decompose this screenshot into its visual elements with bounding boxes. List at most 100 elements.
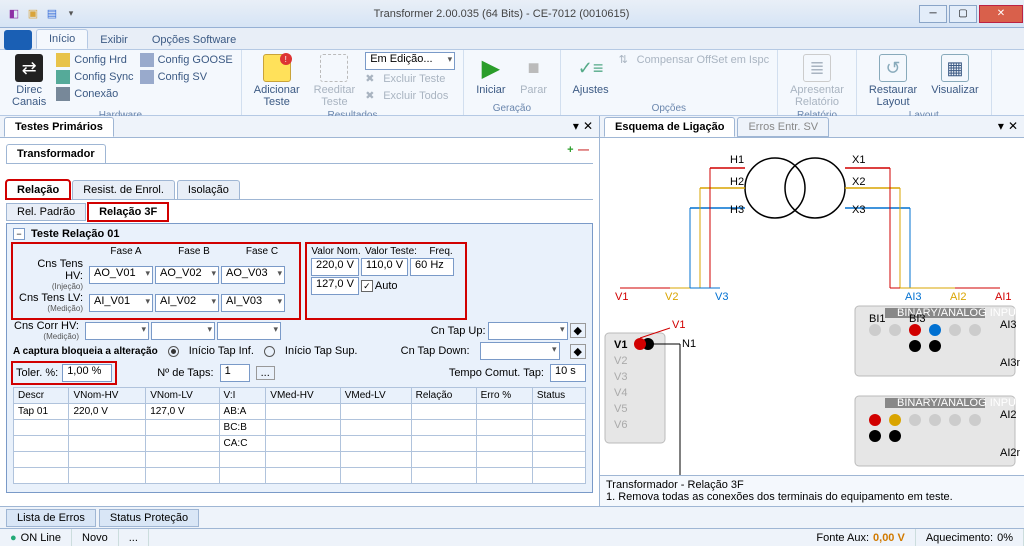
status-bar: ●ON Line Novo ... Fonte Aux: 0,00 V Aque… [0, 528, 1024, 546]
corr-c-combo[interactable] [217, 322, 281, 340]
valor-teste-input[interactable]: 110,0 V [361, 258, 408, 276]
pane-close-icon[interactable]: ✕ [1008, 119, 1018, 133]
svg-text:AI2: AI2 [950, 291, 967, 303]
svg-text:V4: V4 [614, 387, 627, 399]
wiring-diagram: H1 H2 H3 X1 X2 X3 V1 V2 V3 AI1 AI2 AI3 V… [600, 138, 1024, 475]
rel-padrao-tab[interactable]: Rel. Padrão [6, 203, 86, 221]
qat-open-icon[interactable]: ▣ [25, 6, 41, 22]
tempo-input[interactable]: 10 s [550, 364, 586, 382]
lv-fase-b-combo[interactable]: AI_V02 [155, 294, 219, 312]
ajustes-button[interactable]: ✓≡Ajustes [569, 52, 613, 98]
grid-header: VNom-LV [146, 388, 219, 404]
config-sync-button[interactable]: Config Sync [56, 69, 133, 85]
status-protecao-tab[interactable]: Status Proteção [99, 509, 199, 527]
ntaps-more-button[interactable]: ... [256, 366, 275, 380]
cn-tap-up-combo[interactable] [488, 322, 568, 340]
toler-input[interactable]: 1,00 % [62, 364, 112, 382]
config-sv-button[interactable]: Config SV [140, 69, 233, 85]
lv-nom-input[interactable]: 127,0 V [311, 277, 359, 295]
config-hrd-button[interactable]: Config Hrd [56, 52, 133, 68]
svg-text:AI2n: AI2n [1000, 447, 1020, 459]
corr-b-combo[interactable] [151, 322, 215, 340]
svg-text:H1: H1 [730, 154, 744, 166]
adicionar-teste-button[interactable]: ! Adicionar Teste [250, 52, 304, 110]
tap-inf-radio[interactable] [168, 346, 179, 357]
resist-tab[interactable]: Resist. de Enrol. [72, 180, 175, 199]
pane-dropdown-icon[interactable]: ▾ [998, 119, 1004, 133]
add-icon[interactable]: + [567, 144, 573, 156]
qat-save-icon[interactable]: ▤ [44, 6, 60, 22]
parar-button[interactable]: ■Parar [516, 52, 552, 98]
test-title: Teste Relação 01 [31, 228, 119, 240]
freq-input[interactable]: 60 Hz [410, 258, 454, 276]
file-menu-button[interactable] [4, 30, 32, 50]
ntaps-input[interactable]: 1 [220, 364, 250, 382]
valor-nom-input[interactable]: 220,0 V [311, 258, 359, 276]
svg-text:AI3n: AI3n [1000, 357, 1020, 369]
lv-fase-a-combo[interactable]: AI_V01 [89, 294, 153, 312]
iniciar-button[interactable]: ▶Iniciar [472, 52, 509, 98]
tab-exibir[interactable]: Exibir [88, 31, 140, 49]
hv-fase-c-combo[interactable]: AO_V03 [221, 266, 285, 284]
svg-text:H2: H2 [730, 176, 744, 188]
svg-text:V1: V1 [615, 291, 628, 303]
online-indicator-icon: ● [10, 532, 17, 544]
close-button[interactable]: ✕ [979, 5, 1023, 23]
apresentar-relatorio-button[interactable]: ≣Apresentar Relatório [786, 52, 848, 110]
tab-opcoes[interactable]: Opções Software [140, 31, 248, 49]
corr-a-combo[interactable] [85, 322, 149, 340]
qat-dropdown-icon[interactable]: ▾ [63, 6, 79, 22]
transformador-tab[interactable]: Transformador [6, 144, 106, 163]
table-row[interactable]: Tap 01220,0 V127,0 VAB:A [14, 404, 586, 420]
testes-primarios-tab[interactable]: Testes Primários [4, 117, 114, 137]
results-table: DescrVNom-HVVNom-LVV:IVMed-HVVMed-LVRela… [13, 387, 586, 484]
tap-sup-radio[interactable] [264, 346, 275, 357]
lv-fase-c-combo[interactable]: AI_V03 [221, 294, 285, 312]
erros-sv-tab[interactable]: Erros Entr. SV [737, 117, 829, 137]
tab-inicio[interactable]: Início [36, 29, 88, 49]
relacao-tab[interactable]: Relação [6, 180, 70, 199]
hv-fase-a-combo[interactable]: AO_V01 [89, 266, 153, 284]
ribbon-tabs: Início Exibir Opções Software [0, 28, 1024, 50]
direc-canais-button[interactable]: ⇄ Direc Canais [8, 52, 50, 110]
restaurar-layout-button[interactable]: ↺Restaurar Layout [865, 52, 921, 110]
table-row[interactable]: CA:C [14, 436, 586, 452]
excluir-todos-button[interactable]: ✖Excluir Todos [365, 88, 455, 104]
conexao-button[interactable]: Conexão [56, 86, 133, 102]
remove-icon[interactable]: — [578, 144, 589, 156]
config-goose-button[interactable]: Config GOOSE [140, 52, 233, 68]
pane-close-icon[interactable]: ✕ [583, 119, 593, 133]
table-row[interactable]: BC:B [14, 420, 586, 436]
grid-header: Relação [411, 388, 476, 404]
foot-line2: 1. Remova todas as conexões dos terminai… [606, 491, 1018, 503]
isolacao-tab[interactable]: Isolação [177, 180, 240, 199]
excluir-teste-button[interactable]: ✖Excluir Teste [365, 71, 455, 87]
hv-fase-b-combo[interactable]: AO_V02 [155, 266, 219, 284]
titlebar: ◧ ▣ ▤ ▾ Transformer 2.00.035 (64 Bits) -… [0, 0, 1024, 28]
collapse-toggle[interactable]: − [13, 228, 25, 240]
grid-header: VNom-HV [69, 388, 146, 404]
cn-tap-down-combo[interactable] [480, 342, 560, 360]
visualizar-button[interactable]: ▦Visualizar [927, 52, 983, 98]
svg-text:V3: V3 [715, 291, 728, 303]
svg-text:AI3: AI3 [1000, 319, 1017, 331]
compensar-button[interactable]: ⇅Compensar OffSet em Ispc [619, 52, 769, 68]
relacao-3f-tab[interactable]: Relação 3F [88, 203, 168, 221]
lista-erros-tab[interactable]: Lista de Erros [6, 509, 96, 527]
qat-icon[interactable]: ◧ [6, 6, 22, 22]
table-row[interactable] [14, 468, 586, 484]
tap-down-indicator[interactable]: ◆ [570, 344, 586, 359]
reeditar-teste-button[interactable]: Reeditar Teste [310, 52, 360, 110]
grid-header: Erro % [476, 388, 532, 404]
table-row[interactable] [14, 452, 586, 468]
esquema-tab[interactable]: Esquema de Ligação [604, 117, 735, 137]
svg-text:H3: H3 [730, 204, 744, 216]
maximize-button[interactable]: ▢ [949, 5, 977, 23]
pane-dropdown-icon[interactable]: ▾ [573, 119, 579, 133]
svg-text:X3: X3 [852, 204, 865, 216]
auto-checkbox[interactable]: ✓ [361, 280, 373, 292]
svg-text:AI2: AI2 [1000, 409, 1017, 421]
em-edicao-combo[interactable]: Em Edição... [365, 52, 455, 70]
minimize-button[interactable]: ─ [919, 5, 947, 23]
tap-up-indicator[interactable]: ◆ [570, 323, 586, 338]
